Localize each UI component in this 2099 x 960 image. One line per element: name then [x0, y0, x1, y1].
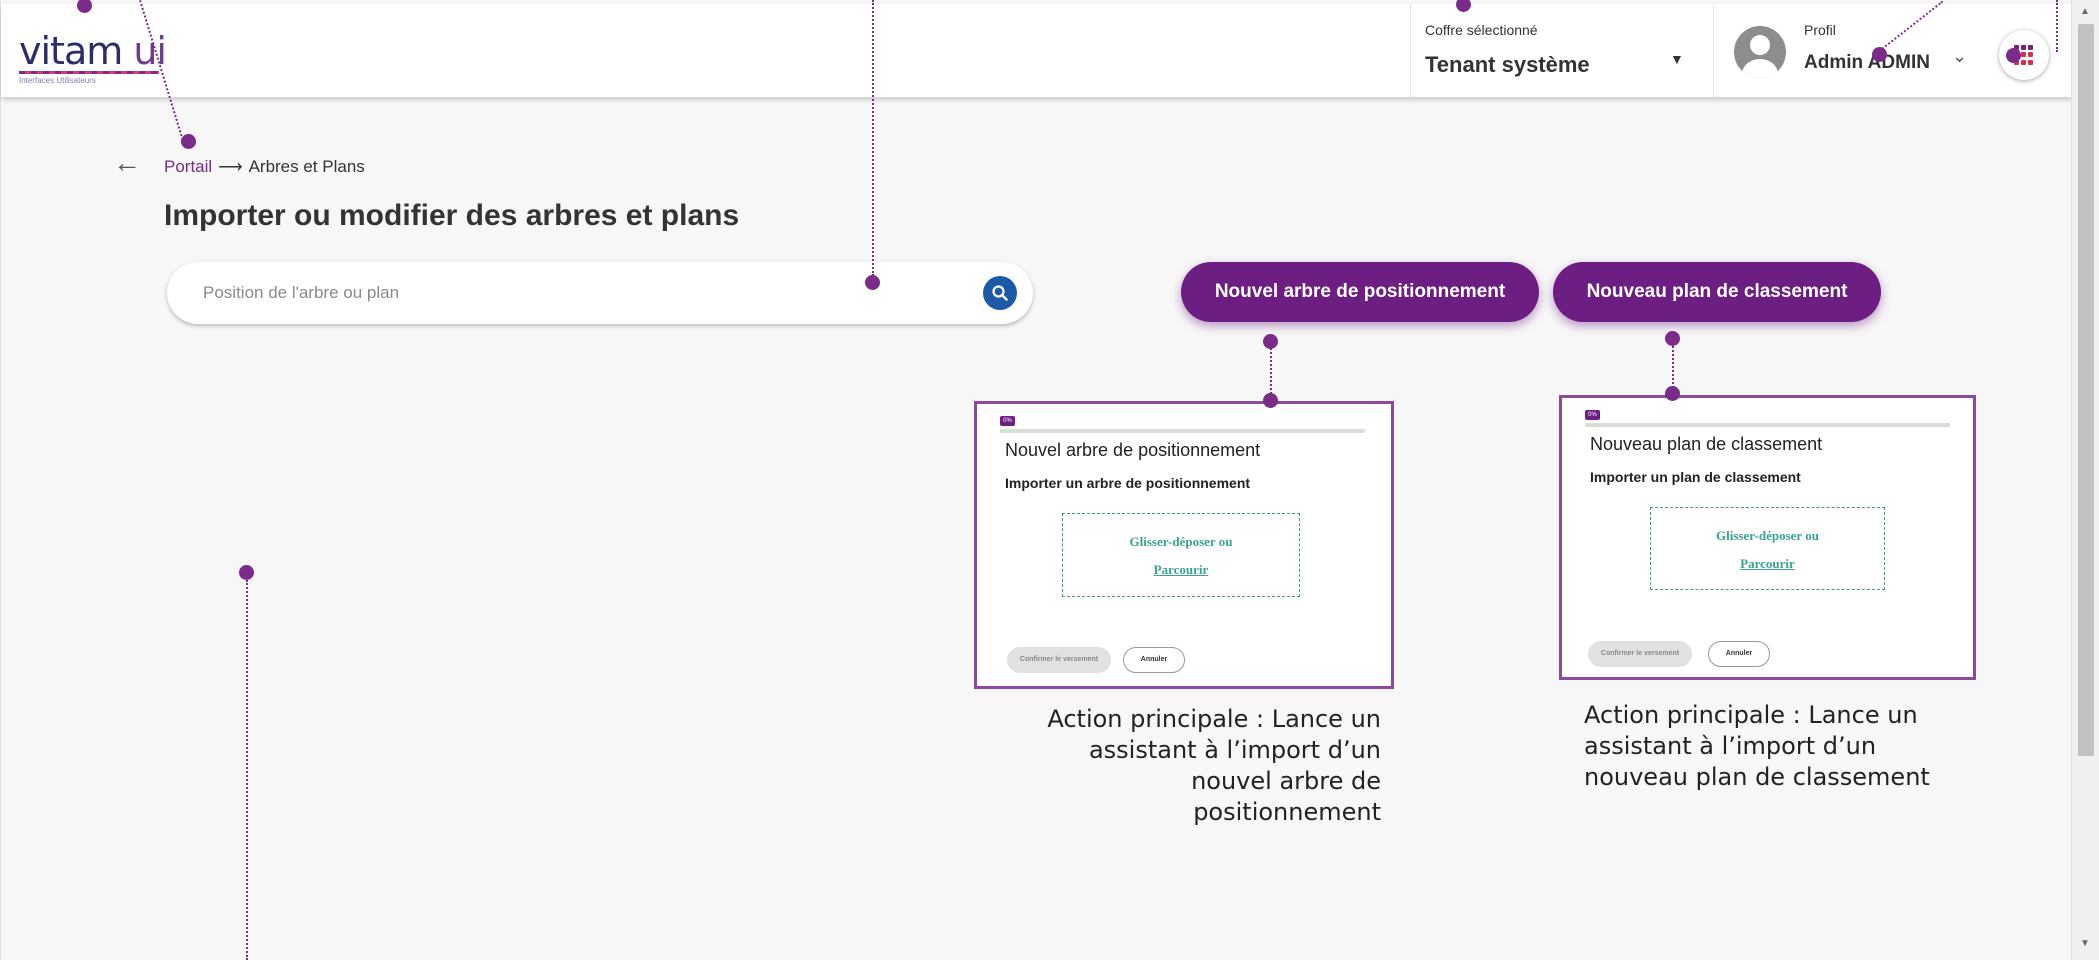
breadcrumb: Portail ⟶ Arbres et Plans	[164, 157, 365, 177]
progress-bar	[1000, 429, 1365, 433]
chevron-down-icon: ⌄	[1952, 46, 1968, 66]
pointer-line-apps	[2056, 0, 2058, 52]
confirm-button[interactable]: Confirmer le versement	[1588, 641, 1692, 667]
scroll-thumb[interactable]	[2078, 24, 2094, 756]
pointer-dot-plan-box	[1665, 386, 1680, 401]
profile-name: Admin ADMIN	[1804, 52, 1930, 73]
plan-annotation: Action principale : Lance un assistant à…	[1584, 701, 1930, 791]
new-plan-button[interactable]: Nouveau plan de classement	[1553, 262, 1881, 322]
tenant-label: Coffre sélectionné	[1425, 22, 1538, 38]
tenant-selector[interactable]: Coffre sélectionné Tenant système ▼	[1410, 4, 1714, 97]
pointer-dot-content	[239, 565, 254, 580]
preview-title: Nouvel arbre de positionnement	[1005, 440, 1261, 460]
pointer-line-content	[246, 580, 248, 960]
progress-badge: 0%	[1585, 410, 1600, 420]
app-frame: vitam ui Interfaces Utilisateurs Coffre …	[0, 0, 2072, 960]
logo-wordmark: vitam ui	[19, 29, 167, 73]
page-title: Importer ou modifier des arbres et plans	[164, 199, 740, 232]
preview-subtitle: Importer un plan de classement	[1590, 469, 1801, 485]
pointer-dot-apps	[2006, 48, 2021, 63]
caret-down-icon: ▼	[1670, 51, 1684, 67]
breadcrumb-portail-link[interactable]: Portail	[164, 157, 212, 176]
pointer-dot-search	[865, 275, 880, 290]
breadcrumb-current: Arbres et Plans	[248, 157, 365, 176]
pointer-dot-profile	[1872, 47, 1887, 62]
cancel-button[interactable]: Annuler	[1708, 641, 1770, 667]
plan-import-preview: 0% Nouveau plan de classement Importer u…	[1559, 395, 1976, 680]
profile-menu[interactable]: Profil Admin ADMIN ⌄	[1728, 4, 1968, 97]
tenant-value: Tenant système	[1425, 52, 1590, 77]
cancel-button[interactable]: Annuler	[1123, 647, 1185, 673]
browse-link[interactable]: Parcourir	[1651, 556, 1884, 572]
breadcrumb-separator: ⟶	[218, 157, 243, 176]
progress-bar	[1585, 423, 1950, 427]
vertical-scrollbar[interactable]: ▲ ▼	[2071, 0, 2099, 960]
search-icon	[992, 285, 1008, 301]
scroll-down-icon[interactable]: ▼	[2080, 938, 2090, 949]
back-arrow-icon[interactable]: ←	[113, 147, 141, 179]
pointer-line-plan	[1672, 342, 1674, 392]
logo-subtitle: Interfaces Utilisateurs	[19, 76, 96, 85]
profile-label: Profil	[1804, 22, 1836, 38]
avatar-icon	[1734, 26, 1786, 78]
preview-title: Nouveau plan de classement	[1590, 434, 1823, 454]
confirm-button[interactable]: Confirmer le versement	[1007, 647, 1111, 673]
search-button[interactable]	[983, 276, 1017, 310]
file-dropzone[interactable]: Glisser-déposer ou Parcourir	[1062, 513, 1300, 597]
tree-import-preview: 0% Nouvel arbre de positionnement Import…	[974, 401, 1394, 689]
pointer-line-tree	[1270, 345, 1272, 397]
file-dropzone[interactable]: Glisser-déposer ou Parcourir	[1650, 507, 1885, 590]
pointer-dot-portail	[181, 134, 196, 149]
pointer-line-search	[872, 0, 874, 276]
preview-subtitle: Importer un arbre de positionnement	[1005, 475, 1251, 491]
new-tree-button[interactable]: Nouvel arbre de positionnement	[1181, 262, 1539, 322]
search-bar	[167, 262, 1033, 324]
search-input[interactable]	[203, 275, 903, 311]
pointer-dot-tree-box	[1263, 393, 1278, 408]
browse-link[interactable]: Parcourir	[1063, 562, 1299, 578]
dropzone-text: Glisser-déposer ou	[1716, 528, 1819, 543]
progress-badge: 0%	[1000, 416, 1015, 426]
dropzone-text: Glisser-déposer ou	[1129, 534, 1233, 549]
scroll-up-icon[interactable]: ▲	[2080, 6, 2090, 17]
tree-annotation: Action principale : Lance un assistant à…	[1047, 705, 1381, 826]
vitam-logo[interactable]: vitam ui Interfaces Utilisateurs	[19, 29, 167, 85]
